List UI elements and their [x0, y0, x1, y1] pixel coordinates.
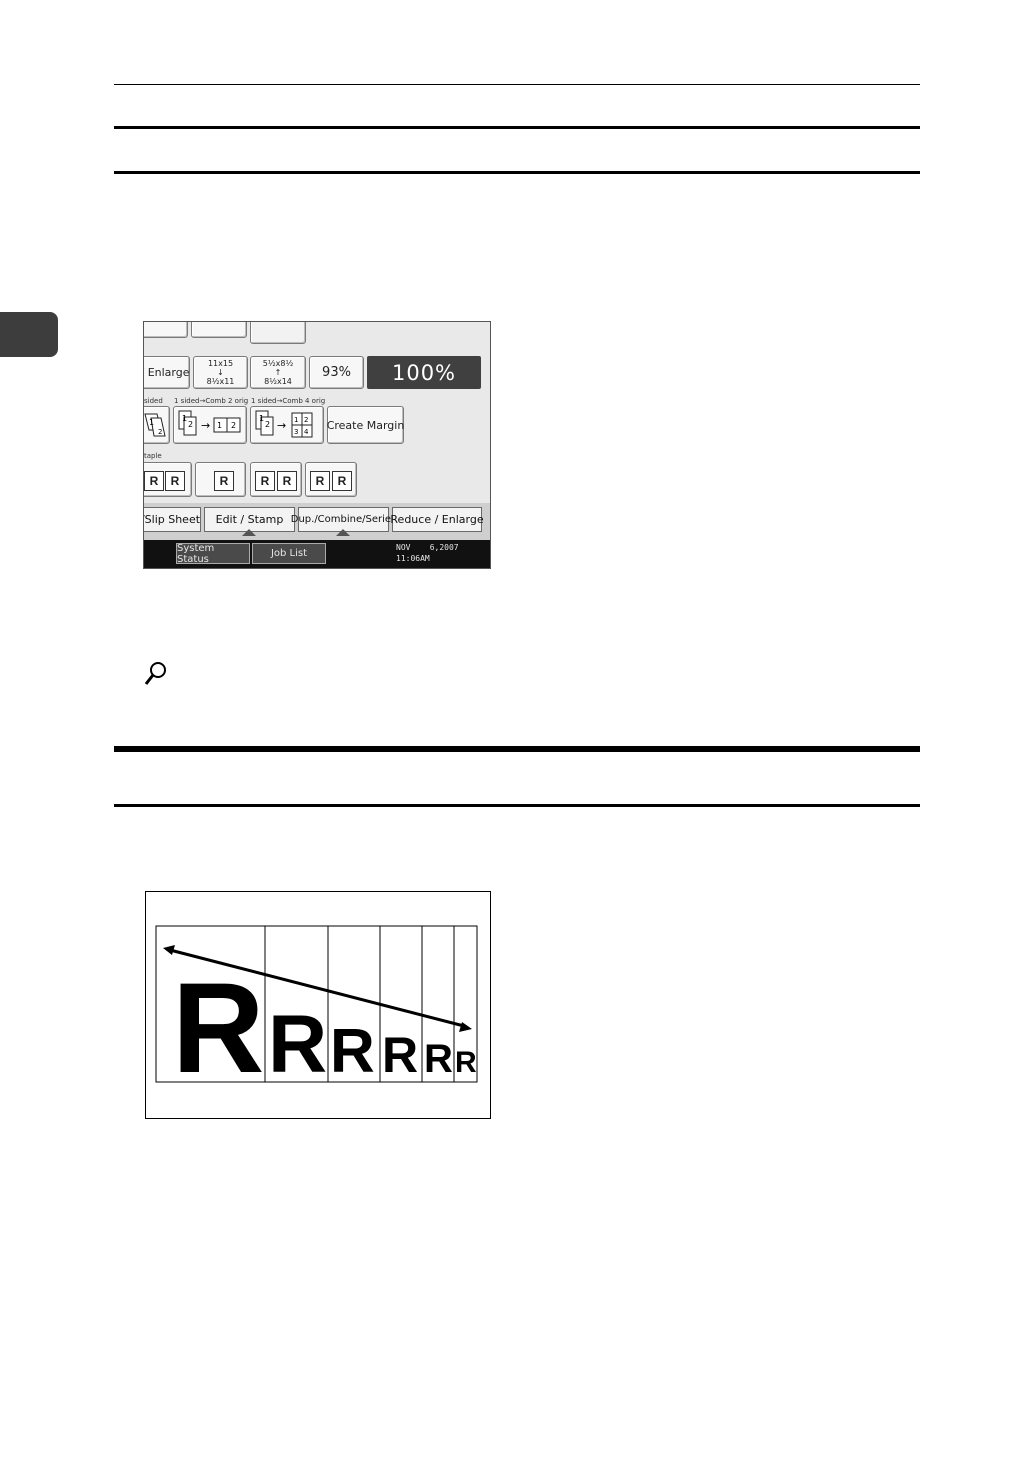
comb4-button[interactable]: 1 2 → 1 2 3 4	[250, 406, 324, 444]
time: 11:06AM	[396, 554, 430, 563]
duplex-button[interactable]: 1 2	[144, 406, 170, 444]
section-rule-bottom	[114, 171, 920, 174]
r-orientation-icon: R	[144, 471, 164, 491]
duplex-caption: sided	[144, 397, 163, 405]
r-orientation-icon: R	[332, 471, 352, 491]
job-list-button[interactable]: Job List	[252, 543, 326, 564]
duplex-page-icon: 1 2	[144, 413, 166, 437]
comb2-button[interactable]: 1 2 → 1 2	[173, 406, 247, 444]
svg-text:2: 2	[158, 428, 162, 436]
ratio-button-11x15[interactable]: 11x15 ↓ 8½x11	[193, 356, 248, 389]
caret-icon	[242, 529, 256, 536]
page-combine-icon: 1 2 → 1 2	[178, 410, 241, 436]
top-partial-button-1[interactable]	[144, 322, 188, 338]
r-orientation-icon: R	[255, 471, 275, 491]
svg-text:2: 2	[231, 421, 236, 430]
letter-r-4: R	[382, 1027, 418, 1083]
tab-edit-stamp-label: Edit / Stamp	[215, 513, 284, 526]
svg-text:2: 2	[188, 420, 193, 429]
svg-text:4: 4	[304, 428, 309, 436]
tab-dup-combine-series-label: Dup./Combine/Series	[290, 514, 397, 525]
selected-percent-label: 100%	[391, 360, 457, 385]
tab-reduce-enlarge-label: Reduce / Enlarge	[390, 513, 484, 526]
reduce-enlarge-label: / Enlarge	[143, 366, 190, 379]
letter-r-6: R	[455, 1046, 477, 1079]
staple-button-3[interactable]: R R	[250, 462, 302, 497]
selected-percent-button[interactable]: 100%	[367, 356, 481, 389]
tab-slip-sheet[interactable]: /Slip Sheet	[143, 507, 201, 532]
letter-r-3: R	[330, 1017, 375, 1086]
svg-text:1: 1	[217, 421, 222, 430]
svg-text:1: 1	[149, 418, 154, 427]
section-rule-lower	[114, 804, 920, 807]
svg-text:2: 2	[304, 416, 308, 424]
create-margin-button[interactable]: Create Margin	[327, 406, 404, 444]
job-list-label: Job List	[270, 548, 308, 559]
svg-text:1: 1	[294, 416, 298, 424]
r-orientation-icon: R	[310, 471, 330, 491]
date: NOV 6,2007	[396, 543, 459, 552]
ratio-top: 11x15	[207, 359, 234, 368]
copier-control-panel: / Enlarge 11x15 ↓ 8½x11 5½x8½ ↑ 8½x14 93…	[143, 321, 491, 569]
preset-percent-button[interactable]: 93%	[309, 356, 364, 389]
staple-button-1[interactable]: R R	[144, 462, 192, 497]
ratio-top: 5½x8½	[262, 359, 294, 368]
top-partial-button-3[interactable]	[250, 322, 306, 344]
section-rule-thick	[114, 746, 920, 752]
system-status-label: System Status	[177, 542, 215, 565]
tab-slip-sheet-label: /Slip Sheet	[143, 513, 201, 526]
staple-button-2[interactable]: R	[195, 462, 246, 497]
create-margin-label: Create Margin	[326, 418, 405, 432]
staple-button-4[interactable]: R R	[305, 462, 357, 497]
comb2-caption: 1 sided→Comb 2 orig	[174, 397, 249, 405]
ratio-bottom: 8½x14	[264, 377, 292, 386]
letter-r-2: R	[268, 999, 327, 1090]
section-rule-top	[114, 126, 920, 129]
page-combine-icon: 1 2 → 1 2 3 4	[255, 410, 313, 438]
comb4-caption: 1 sided→Comb 4 orig	[251, 397, 326, 405]
caret-icon	[336, 529, 350, 536]
header-rule	[114, 84, 920, 85]
r-orientation-icon: R	[277, 471, 297, 491]
magnifier-icon	[144, 662, 166, 685]
ratio-arrow: ↑	[274, 368, 282, 377]
status-bar: System Status Job List NOV 6,2007 11:06A…	[144, 540, 490, 568]
letter-r-5: R	[424, 1037, 453, 1081]
tab-reduce-enlarge[interactable]: Reduce / Enlarge	[390, 507, 484, 532]
reduce-enlarge-diagram: R R R R R R	[145, 891, 491, 1119]
chapter-tab	[0, 312, 58, 357]
function-tabs: /Slip Sheet Edit / Stamp Dup./Combine/Se…	[144, 503, 490, 540]
svg-text:→: →	[201, 419, 210, 432]
ratio-bottom: 8½x11	[206, 377, 235, 386]
top-partial-button-2[interactable]	[191, 322, 247, 338]
svg-text:1: 1	[182, 414, 187, 423]
diagram-canvas: R R R R R R	[155, 925, 478, 1100]
ratio-arrow: ↓	[217, 368, 224, 377]
staple-caption: taple	[144, 452, 162, 460]
svg-text:→: →	[277, 419, 286, 432]
svg-text:3: 3	[294, 428, 298, 436]
svg-text:1: 1	[259, 414, 264, 423]
preset-percent-label: 93%	[322, 365, 351, 380]
reduce-enlarge-button[interactable]: / Enlarge	[143, 356, 190, 389]
letter-r-1: R	[172, 957, 264, 1100]
datetime: NOV 6,2007 11:06AM	[396, 542, 459, 564]
system-status-button[interactable]: System Status	[176, 542, 250, 565]
ratio-button-5x8[interactable]: 5½x8½ ↑ 8½x14	[250, 356, 306, 389]
r-orientation-icon: R	[165, 471, 185, 491]
svg-text:2: 2	[265, 420, 270, 429]
r-orientation-icon: R	[214, 471, 234, 491]
